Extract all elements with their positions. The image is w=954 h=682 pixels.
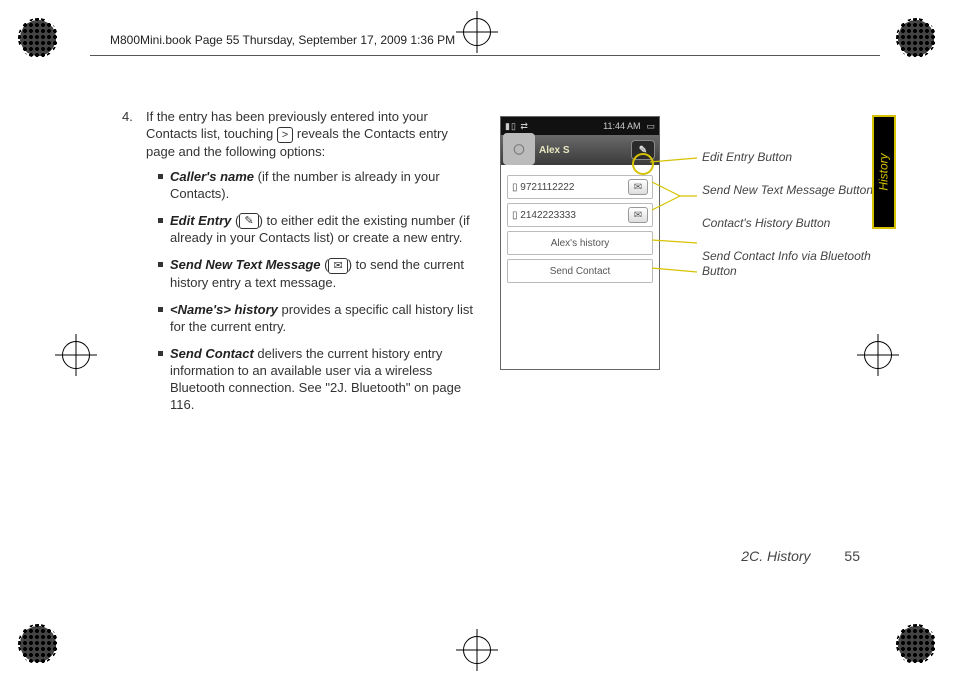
phone-number: 2142223333 [520, 210, 576, 221]
section-tab: History [872, 115, 896, 229]
bullet-callers-name: Caller's name (if the number is already … [158, 168, 478, 202]
callout-labels: Edit Entry Button Send New Text Message … [702, 150, 882, 297]
phone-number-row[interactable]: ▯ 2142223333 ✉ [507, 203, 653, 227]
bullet-send-new-text: Send New Text Message (✉) to send the cu… [158, 256, 478, 291]
crop-mark [896, 18, 936, 58]
send-text-icon[interactable]: ✉ [628, 179, 648, 195]
crop-mark [18, 624, 58, 664]
section-tab-label: History [877, 153, 891, 190]
page-number: 55 [844, 548, 860, 564]
page-footer: 2C. History 55 [500, 548, 860, 564]
status-time: 11:44 AM [603, 121, 640, 131]
phone-titlebar: ◯ Alex S ✎ [501, 135, 659, 165]
send-contact-row-button[interactable]: Send Contact [507, 259, 653, 283]
bullet-edit-entry: Edit Entry (✎) to either edit the existi… [158, 212, 478, 247]
step-number: 4. [122, 108, 133, 125]
phone-screenshot: ▮▯ ⇄ 11:44 AM ▭ ◯ Alex S ✎ ▯ 9721112222 … [500, 116, 660, 370]
avatar-icon: ◯ [503, 133, 535, 165]
arrow-chip-icon: > [277, 127, 293, 143]
edit-entry-button[interactable]: ✎ [631, 140, 655, 160]
send-text-icon[interactable]: ✉ [628, 207, 648, 223]
phone-icon: ▯ [512, 210, 518, 221]
registration-mark [62, 341, 90, 369]
history-row-button[interactable]: Alex's history [507, 231, 653, 255]
registration-mark [463, 636, 491, 664]
phone-icon: ▯ [512, 182, 518, 193]
callout-send-text: Send New Text Message Buttons [702, 183, 882, 198]
footer-section: 2C. History [741, 548, 810, 564]
contact-name: Alex S [539, 145, 570, 156]
callout-history: Contact's History Button [702, 216, 882, 231]
body-text: 4. If the entry has been previously ente… [108, 108, 478, 423]
bullet-send-contact: Send Contact delivers the current histor… [158, 345, 478, 413]
signal-icon: ▮▯ ⇄ [505, 121, 529, 132]
crop-mark [896, 624, 936, 664]
battery-icon: ▭ [646, 121, 655, 132]
callout-edit-entry: Edit Entry Button [702, 150, 882, 165]
book-header: M800Mini.book Page 55 Thursday, Septembe… [110, 33, 455, 47]
phone-number: 9721112222 [520, 182, 574, 193]
bullet-names-history: <Name's> history provides a specific cal… [158, 301, 478, 335]
phone-number-row[interactable]: ▯ 9721112222 ✉ [507, 175, 653, 199]
envelope-chip-icon: ✉ [328, 258, 347, 274]
pencil-chip-icon: ✎ [239, 213, 258, 229]
registration-mark [864, 341, 892, 369]
crop-mark [18, 18, 58, 58]
callout-send-contact: Send Contact Info via Bluetooth Button [702, 249, 882, 279]
